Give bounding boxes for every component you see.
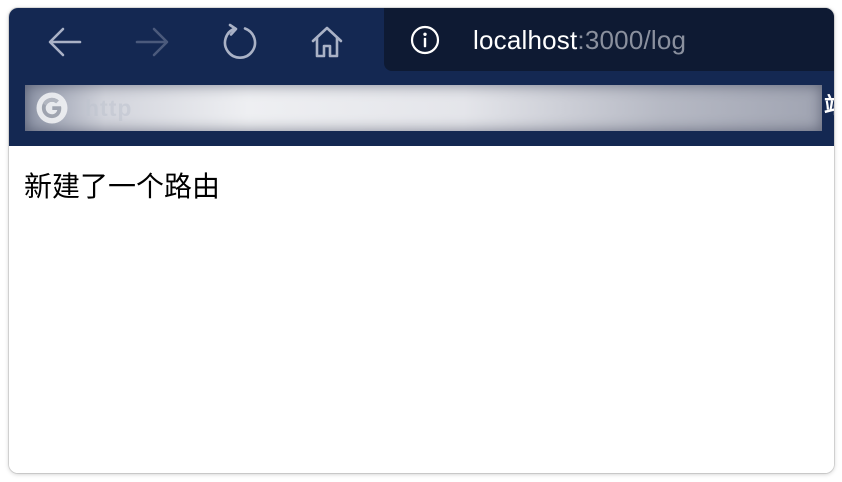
back-button[interactable] — [43, 22, 87, 62]
search-input-text: http — [85, 95, 133, 121]
bookmark-overflow-text: 站 — [824, 94, 834, 120]
page-content: 新建了一个路由 — [9, 146, 834, 473]
arrow-left-icon — [48, 27, 82, 57]
google-icon — [36, 92, 68, 124]
url-host: localhost — [473, 25, 578, 55]
home-button[interactable] — [305, 22, 349, 62]
info-icon[interactable] — [410, 25, 440, 55]
arrow-right-icon — [135, 27, 169, 57]
browser-toolbar: localhost:3000/log http 站 — [9, 8, 834, 146]
forward-button[interactable] — [130, 22, 174, 62]
search-bar[interactable]: http — [25, 85, 822, 131]
browser-window: localhost:3000/log http 站 新建了一个路由 — [9, 8, 834, 473]
reload-icon — [223, 23, 257, 59]
reload-button[interactable] — [218, 22, 262, 62]
address-url[interactable]: localhost:3000/log — [473, 25, 686, 55]
home-icon — [311, 26, 343, 58]
url-path: :3000/log — [577, 25, 687, 55]
page-text: 新建了一个路由 — [24, 170, 221, 203]
address-bar[interactable]: localhost:3000/log — [384, 8, 834, 71]
